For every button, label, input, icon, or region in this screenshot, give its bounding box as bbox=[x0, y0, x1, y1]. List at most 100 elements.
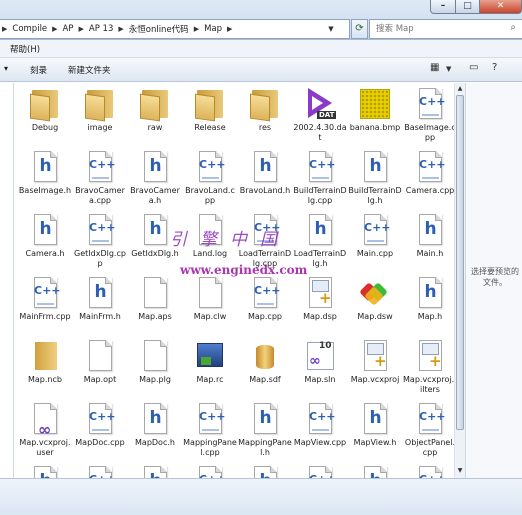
file-item[interactable]: C++ BuildTerrainDlg.cpp bbox=[293, 146, 347, 208]
breadcrumb-code[interactable]: 永恒online代码 bbox=[126, 23, 192, 35]
cpp-file-icon: C++ bbox=[83, 150, 117, 184]
chevron-right-icon[interactable]: ▶ bbox=[116, 25, 125, 33]
file-item[interactable]: h MappingPanel.h bbox=[238, 398, 292, 460]
file-item[interactable]: h Main.h bbox=[403, 209, 454, 271]
file-item[interactable]: C++ bbox=[183, 461, 237, 478]
file-item[interactable]: Map.opt bbox=[73, 335, 127, 397]
maximize-button[interactable]: □ bbox=[455, 0, 480, 14]
chevron-right-icon[interactable]: ▶ bbox=[192, 25, 201, 33]
address-bar[interactable]: ▶ Compile ▶ AP ▶ AP 13 ▶ 永恒online代码 ▶ Ma… bbox=[0, 19, 350, 39]
file-item[interactable]: h MapDoc.h bbox=[128, 398, 182, 460]
header-file-icon: h bbox=[248, 465, 282, 478]
resource-file-icon bbox=[193, 339, 227, 373]
cpp-file-icon: C++ bbox=[83, 465, 117, 478]
header-file-icon: h bbox=[358, 150, 392, 184]
toolbar-overflow-icon[interactable]: ▾ bbox=[4, 64, 8, 73]
file-item[interactable]: ∞ Map.vcxproj.user bbox=[18, 398, 72, 460]
chevron-down-icon[interactable]: ▼ bbox=[325, 20, 337, 38]
file-item[interactable]: h MainFrm.h bbox=[73, 272, 127, 334]
burn-button[interactable]: 刻录 bbox=[30, 64, 47, 76]
file-item[interactable]: Map.rc bbox=[183, 335, 237, 397]
file-item[interactable]: C++ Main.cpp bbox=[348, 209, 402, 271]
file-item[interactable]: h Camera.h bbox=[18, 209, 72, 271]
breadcrumb-compile[interactable]: Compile bbox=[9, 24, 50, 34]
file-item[interactable]: + Map.dsp bbox=[293, 272, 347, 334]
file-item[interactable]: C++ MappingPanel.cpp bbox=[183, 398, 237, 460]
menu-help[interactable]: 帮助(H) bbox=[10, 43, 40, 55]
file-item[interactable]: h Map.h bbox=[403, 272, 454, 334]
file-item[interactable]: C++ MainFrm.cpp bbox=[18, 272, 72, 334]
view-options-icon[interactable]: ▦ bbox=[430, 62, 439, 73]
file-item[interactable]: h bbox=[18, 461, 72, 478]
folder-icon bbox=[83, 87, 117, 122]
file-item[interactable]: C++ BaseImage.cpp bbox=[403, 83, 454, 145]
file-item[interactable]: h bbox=[348, 461, 402, 478]
breadcrumb-ap13[interactable]: AP 13 bbox=[86, 24, 116, 34]
file-name: Main.h bbox=[416, 249, 444, 258]
file-name: Map.sdf bbox=[249, 375, 281, 384]
file-item[interactable]: C++ Camera.cpp bbox=[403, 146, 454, 208]
scroll-thumb[interactable] bbox=[456, 95, 464, 430]
file-item[interactable]: h BravoLand.h bbox=[238, 146, 292, 208]
scroll-up-icon[interactable]: ▲ bbox=[455, 83, 465, 94]
file-item[interactable]: raw bbox=[128, 83, 182, 145]
file-item[interactable]: Debug bbox=[18, 83, 72, 145]
file-item[interactable]: h BravoCamera.h bbox=[128, 146, 182, 208]
file-item[interactable]: h MapView.h bbox=[348, 398, 402, 460]
help-icon[interactable]: ? bbox=[492, 62, 497, 73]
scroll-down-icon[interactable]: ▼ bbox=[455, 465, 465, 476]
new-folder-button[interactable]: 新建文件夹 bbox=[68, 64, 111, 76]
file-item[interactable]: Map.sdf bbox=[238, 335, 292, 397]
file-item[interactable]: Release bbox=[183, 83, 237, 145]
preview-pane-icon[interactable]: ▭ bbox=[469, 62, 478, 73]
file-item[interactable]: h bbox=[238, 461, 292, 478]
menu-bar: 帮助(H) bbox=[0, 40, 522, 58]
file-item[interactable]: C++ BravoLand.cpp bbox=[183, 146, 237, 208]
document-icon bbox=[83, 339, 117, 373]
file-item[interactable]: C++ ObjectPanel.cpp bbox=[403, 398, 454, 460]
file-item[interactable]: Map.dsw bbox=[348, 272, 402, 334]
file-item[interactable]: 10 ∞ Map.sln bbox=[293, 335, 347, 397]
search-box[interactable]: ⌕ bbox=[369, 19, 522, 39]
chevron-right-icon[interactable]: ▶ bbox=[77, 25, 86, 33]
file-item[interactable]: C++ MapDoc.cpp bbox=[73, 398, 127, 460]
chevron-down-icon[interactable]: ▼ bbox=[446, 65, 451, 73]
file-item[interactable]: h LoadTerrainDlg.h bbox=[293, 209, 347, 271]
file-item[interactable]: C++ bbox=[403, 461, 454, 478]
file-item[interactable]: Map.ncb bbox=[18, 335, 72, 397]
cpp-file-icon: C++ bbox=[28, 276, 62, 310]
breadcrumb-map[interactable]: Map bbox=[201, 24, 225, 34]
file-item[interactable]: C++ bbox=[293, 461, 347, 478]
search-input[interactable] bbox=[376, 20, 501, 38]
file-item[interactable]: Map.clw bbox=[183, 272, 237, 334]
file-item[interactable]: image bbox=[73, 83, 127, 145]
file-list[interactable]: Debug image raw Release res DAT 2002.4.30.dat b… bbox=[14, 83, 454, 478]
cpp-file-icon: C++ bbox=[413, 87, 447, 121]
file-item[interactable]: C++ Map.cpp bbox=[238, 272, 292, 334]
file-item[interactable]: h BuildTerrainDlg.h bbox=[348, 146, 402, 208]
minimize-button[interactable]: – bbox=[430, 0, 456, 14]
breadcrumb-ap[interactable]: AP bbox=[60, 24, 77, 34]
chevron-right-icon[interactable]: ▶ bbox=[225, 25, 234, 33]
chevron-right-icon[interactable]: ▶ bbox=[50, 25, 59, 33]
file-item[interactable]: Map.aps bbox=[128, 272, 182, 334]
file-item[interactable]: h BaseImage.h bbox=[18, 146, 72, 208]
close-button[interactable]: ✕ bbox=[479, 0, 522, 14]
file-item[interactable]: + Map.vcxproj bbox=[348, 335, 402, 397]
refresh-button[interactable]: ⟳ bbox=[351, 19, 368, 39]
search-icon[interactable]: ⌕ bbox=[510, 22, 516, 33]
file-item[interactable]: h bbox=[128, 461, 182, 478]
navigation-pane[interactable] bbox=[0, 83, 14, 478]
vertical-scrollbar[interactable]: ▲ ▼ bbox=[454, 83, 465, 478]
file-item[interactable]: + Map.vcxproj.filters bbox=[403, 335, 454, 397]
file-item[interactable]: DAT 2002.4.30.dat bbox=[293, 83, 347, 145]
file-item[interactable]: C++ GetIdxDlg.cpp bbox=[73, 209, 127, 271]
file-item[interactable]: banana.bmp bbox=[348, 83, 402, 145]
file-item[interactable]: C++ BravoCamera.cpp bbox=[73, 146, 127, 208]
sql-database-icon bbox=[248, 339, 282, 373]
file-item[interactable]: res bbox=[238, 83, 292, 145]
file-item[interactable]: Map.plg bbox=[128, 335, 182, 397]
file-name: MainFrm.h bbox=[79, 312, 121, 321]
file-item[interactable]: C++ bbox=[73, 461, 127, 478]
file-item[interactable]: C++ MapView.cpp bbox=[293, 398, 347, 460]
